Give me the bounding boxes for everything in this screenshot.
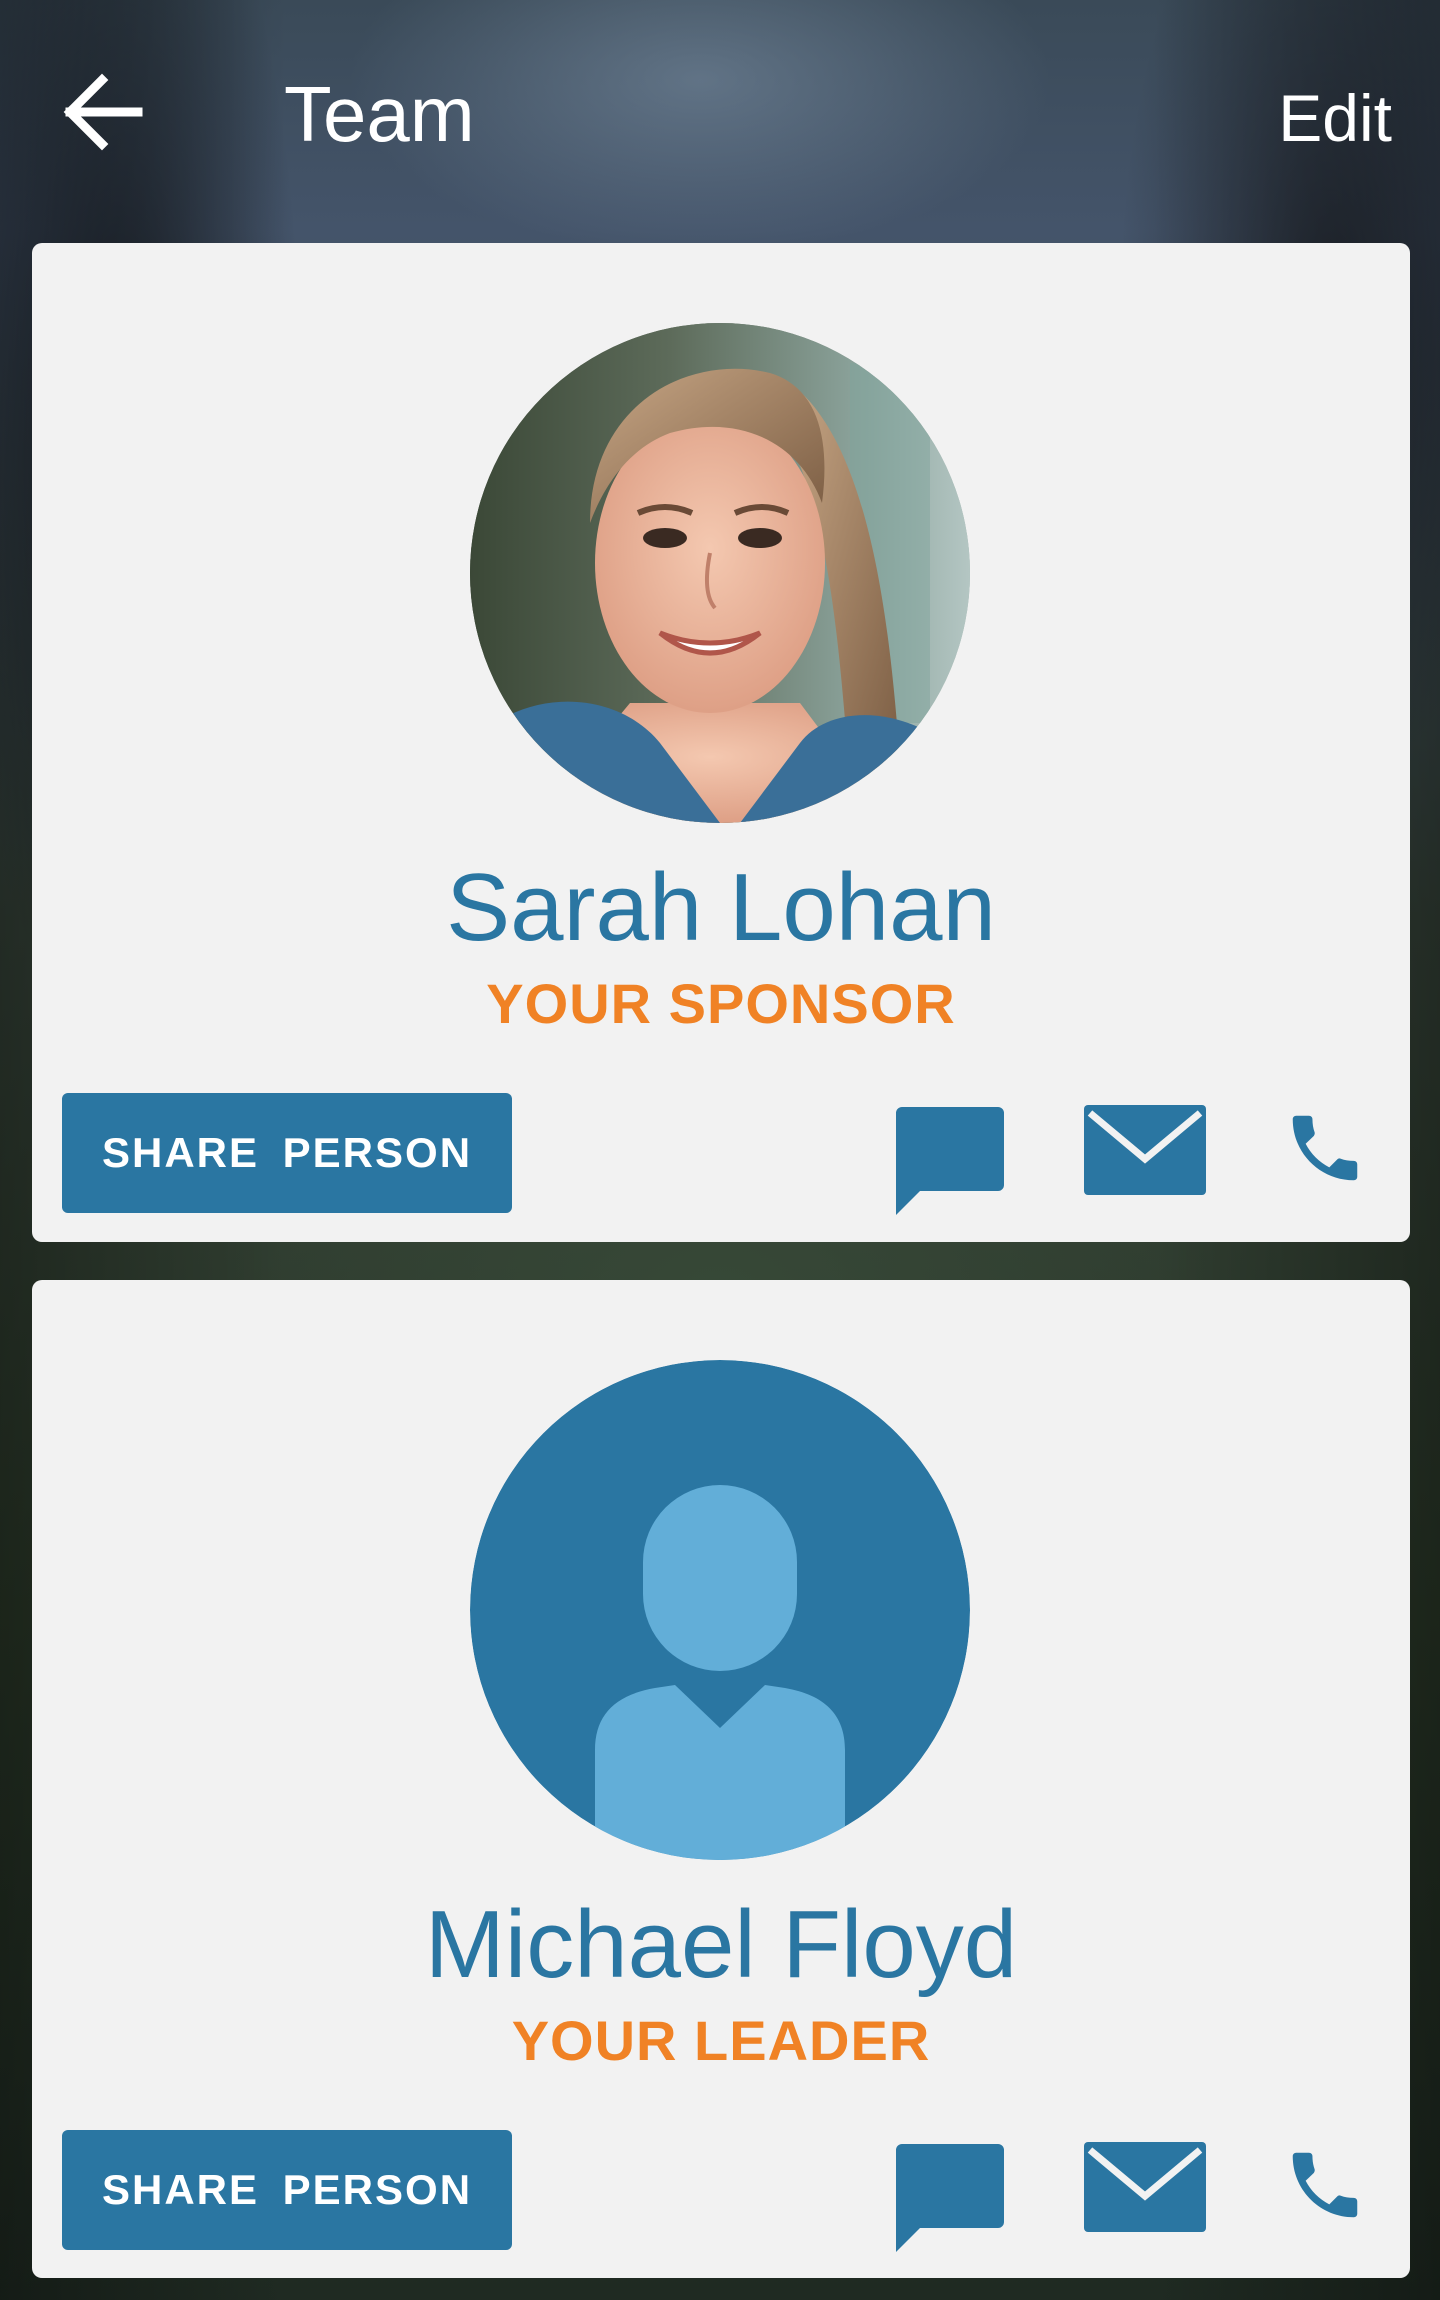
envelope-icon (1084, 1105, 1206, 1195)
share-person-button[interactable]: SHARE PERSON (62, 2130, 512, 2250)
team-member-card: Michael Floyd YOUR LEADER SHARE PERSON (32, 1280, 1410, 2278)
member-role: YOUR SPONSOR (486, 972, 956, 1035)
app-header: Team Edit (0, 0, 1440, 230)
member-name: Michael Floyd (424, 1891, 1018, 1998)
member-role: YOUR LEADER (511, 2009, 931, 2072)
call-button[interactable] (1282, 1103, 1368, 1193)
email-button[interactable] (1084, 1105, 1206, 1195)
sponsor-photo (470, 323, 970, 823)
arrow-left-icon (63, 73, 143, 151)
envelope-icon (1084, 2142, 1206, 2232)
message-button[interactable] (894, 1105, 1006, 1217)
call-button[interactable] (1282, 2140, 1368, 2230)
share-person-button[interactable]: SHARE PERSON (62, 1093, 512, 1213)
phone-icon (1292, 2152, 1358, 2218)
default-avatar (470, 1360, 970, 1860)
back-button[interactable] (56, 68, 152, 156)
edit-button[interactable]: Edit (1278, 76, 1392, 160)
default-avatar-icon (470, 1360, 970, 1860)
phone-icon (1292, 1115, 1358, 1181)
team-member-card: Sarah Lohan YOUR SPONSOR SHARE PERSON (32, 243, 1410, 1242)
message-button[interactable] (894, 2142, 1006, 2254)
chat-bubble-icon (896, 2144, 1004, 2252)
email-button[interactable] (1084, 2142, 1206, 2232)
page-title: Team (284, 70, 475, 158)
member-name: Sarah Lohan (446, 854, 996, 961)
chat-bubble-icon (896, 1107, 1004, 1215)
profile-photo (470, 323, 970, 823)
